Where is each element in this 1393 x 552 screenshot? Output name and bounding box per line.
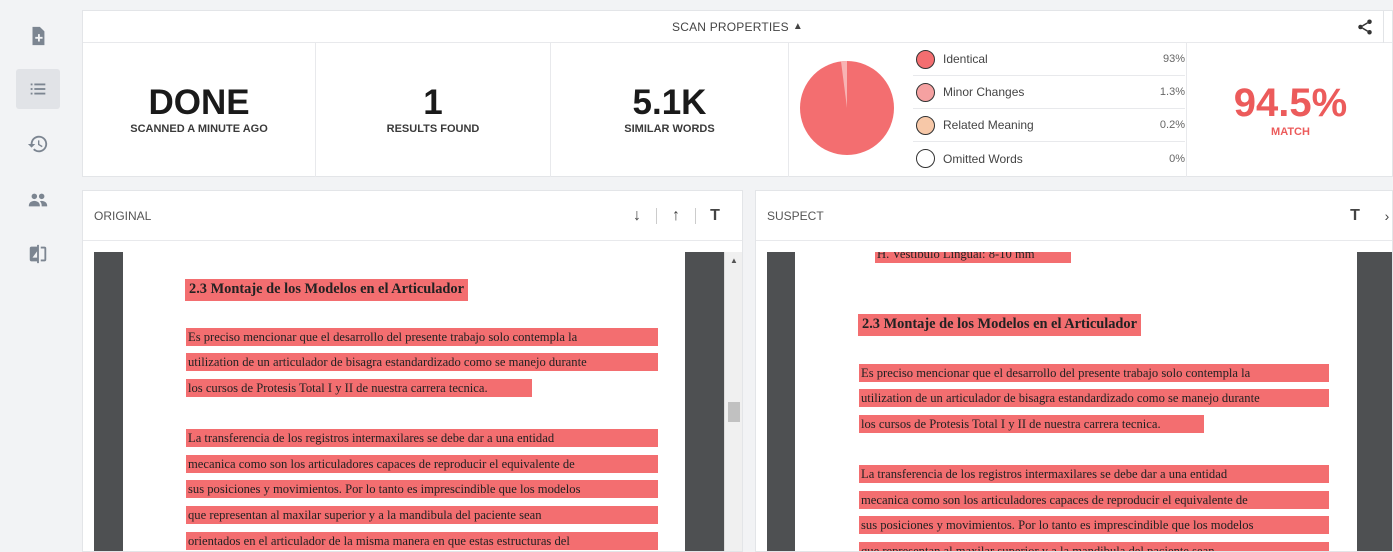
original-line: utilization de un articulador de bisagra… [186, 353, 658, 371]
original-heading: 2.3 Montaje de los Modelos en el Articul… [185, 279, 468, 301]
arrow-down-icon[interactable]: ↓ [626, 207, 648, 225]
suspect-line: sus posiciones y movimientos. Por lo tan… [859, 516, 1329, 534]
scroll-thumb[interactable] [728, 402, 740, 422]
suspect-line: los cursos de Protesis Total I y II de n… [859, 415, 1204, 433]
original-document-viewer[interactable]: 2.3 Montaje de los Modelos en el Articul… [94, 252, 742, 551]
list-icon[interactable] [16, 69, 60, 109]
match-score: 94.5% MATCH [1186, 43, 1393, 177]
match-label: MATCH [1271, 125, 1310, 138]
suspect-header: SUSPECT T › [756, 191, 1392, 241]
legend-row-related-meaning[interactable]: Related Meaning 0.2% [913, 109, 1185, 142]
similar-words-label: SIMILAR WORDS [624, 123, 715, 135]
people-icon[interactable] [16, 180, 60, 220]
status-value: DONE [148, 83, 250, 122]
suspect-page: H. Vestibulo Lingual: 8-10 mm 2.3 Montaj… [795, 252, 1357, 551]
match-legend: Identical 93% Minor Changes 1.3% Related… [913, 43, 1185, 175]
original-toolbar: ↓ ↑ T [626, 206, 726, 226]
results-stat: 1 RESULTS FOUND [316, 43, 551, 177]
compare-icon[interactable] [16, 234, 60, 274]
original-line: sus posiciones y movimientos. Por lo tan… [186, 480, 658, 498]
original-page: 2.3 Montaje de los Modelos en el Articul… [123, 252, 685, 551]
related-meaning-swatch [916, 115, 935, 135]
suspect-heading: 2.3 Montaje de los Modelos en el Articul… [858, 314, 1141, 336]
similar-words-value: 5.1K [632, 83, 707, 122]
similar-words-stat: 5.1K SIMILAR WORDS [551, 43, 789, 177]
original-panel: ORIGINAL ↓ ↑ T 2.3 Montaje de los Modelo… [82, 190, 743, 552]
scan-properties-toggle[interactable]: SCAN PROPERTIES ▲ [83, 11, 1392, 43]
suspect-line: mecanica como son los articuladores capa… [859, 491, 1329, 509]
results-value: 1 [423, 83, 443, 122]
original-line: La transferencia de los registros interm… [186, 429, 658, 447]
suspect-line: Es preciso mencionar que el desarrollo d… [859, 364, 1329, 382]
omitted-words-swatch [916, 149, 935, 168]
original-line: Es preciso mencionar que el desarrollo d… [186, 328, 658, 346]
text-format-icon[interactable]: T [1344, 207, 1366, 225]
suspect-panel: SUSPECT T › H. Vestibulo Lingual: 8-10 m… [755, 190, 1393, 552]
match-pie-chart [797, 43, 909, 177]
match-value: 94.5% [1233, 80, 1348, 125]
legend-row-identical[interactable]: Identical 93% [913, 43, 1185, 76]
suspect-top-fragment: H. Vestibulo Lingual: 8-10 mm [875, 252, 1071, 263]
chevron-up-icon: ▲ [792, 21, 803, 32]
legend-label: Minor Changes [943, 85, 1025, 99]
original-line: mecanica como son los articuladores capa… [186, 455, 658, 473]
chevron-right-icon[interactable]: › [1376, 208, 1392, 224]
original-line: orientados en el articulador de la misma… [186, 532, 658, 550]
legend-label: Identical [943, 52, 988, 66]
divider [1383, 11, 1384, 43]
original-scrollbar[interactable]: ▲ [724, 252, 742, 551]
share-icon[interactable] [1356, 18, 1374, 36]
suspect-title: SUSPECT [767, 208, 824, 223]
legend-percent: 1.3% [1159, 86, 1185, 98]
suspect-toolbar: T › [1344, 206, 1392, 226]
original-header: ORIGINAL ↓ ↑ T [83, 191, 742, 241]
minor-changes-swatch [916, 82, 935, 102]
status-label: SCANNED A MINUTE AGO [130, 123, 268, 135]
scroll-up-icon[interactable]: ▲ [730, 256, 738, 265]
suspect-line: que representan al maxilar superior y a … [859, 542, 1329, 551]
text-format-icon[interactable]: T [704, 207, 726, 225]
history-icon[interactable] [16, 124, 60, 164]
identical-swatch [916, 49, 935, 69]
sidebar [0, 0, 78, 552]
results-label: RESULTS FOUND [386, 123, 480, 135]
suspect-document-viewer[interactable]: H. Vestibulo Lingual: 8-10 mm 2.3 Montaj… [767, 252, 1392, 551]
original-line: que representan al maxilar superior y a … [186, 506, 658, 524]
legend-label: Omitted Words [943, 151, 1023, 166]
legend-row-minor-changes[interactable]: Minor Changes 1.3% [913, 76, 1185, 109]
original-line: los cursos de Protesis Total I y II de n… [186, 379, 532, 397]
scan-properties-label: SCAN PROPERTIES [672, 19, 789, 34]
suspect-line: La transferencia de los registros interm… [859, 465, 1329, 483]
divider [656, 208, 657, 224]
legend-label: Related Meaning [943, 118, 1034, 132]
scan-summary: SCAN PROPERTIES ▲ DONE SCANNED A MINUTE … [82, 10, 1393, 177]
legend-percent: 0.2% [1159, 119, 1185, 131]
legend-percent: 0% [1169, 152, 1185, 165]
suspect-line: utilization de un articulador de bisagra… [859, 389, 1329, 407]
new-document-icon[interactable] [16, 16, 60, 56]
arrow-up-icon[interactable]: ↑ [665, 207, 687, 225]
legend-percent: 93% [1162, 53, 1185, 65]
original-title: ORIGINAL [94, 208, 152, 223]
legend-row-omitted-words[interactable]: Omitted Words 0% [913, 142, 1185, 175]
status-stat: DONE SCANNED A MINUTE AGO [83, 43, 316, 177]
divider [695, 208, 696, 224]
